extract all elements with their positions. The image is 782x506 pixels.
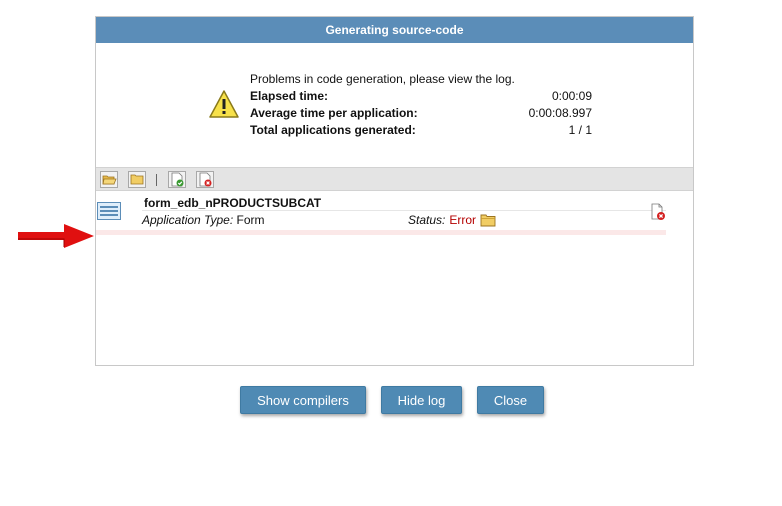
summary-panel: Problems in code generation, please view…	[96, 43, 693, 167]
status-value: Error	[449, 213, 477, 227]
total-apps-label: Total applications generated:	[250, 123, 416, 137]
document-error-icon[interactable]	[196, 171, 214, 188]
app-name: form_edb_nPRODUCTSUBCAT	[144, 196, 322, 210]
red-arrow-icon	[18, 224, 94, 248]
close-button[interactable]: Close	[477, 386, 544, 414]
log-list: form_edb_nPRODUCTSUBCAT Application Type…	[96, 191, 693, 365]
elapsed-time-label: Elapsed time:	[250, 89, 329, 103]
summary-text: Problems in code generation, please view…	[250, 71, 592, 139]
app-type-value: Form	[236, 213, 265, 227]
app-type-label: Application Type:	[142, 213, 234, 227]
error-log-folder-icon[interactable]	[480, 213, 496, 227]
document-error-icon[interactable]	[649, 203, 667, 221]
form-app-icon	[97, 202, 121, 220]
total-apps-row: Total applications generated: 1 / 1	[250, 122, 592, 139]
folder-icon[interactable]	[128, 171, 146, 188]
problem-message: Problems in code generation, please view…	[250, 72, 515, 86]
log-toolbar	[96, 167, 693, 191]
elapsed-time-value: 0:00:09	[551, 89, 592, 103]
total-apps-value: 1 / 1	[568, 123, 592, 137]
show-compilers-button[interactable]: Show compilers	[240, 386, 366, 414]
average-time-value: 0:00:08.997	[528, 106, 592, 120]
toolbar-separator	[156, 174, 157, 186]
average-time-label: Average time per application:	[250, 106, 418, 120]
app-status: Status: Error	[408, 213, 496, 227]
average-time-row: Average time per application: 0:00:08.99…	[250, 105, 592, 122]
elapsed-time-row: Elapsed time: 0:00:09	[250, 88, 592, 105]
app-type: Application Type: Form	[142, 213, 265, 227]
open-folder-icon[interactable]	[100, 171, 118, 188]
hide-log-button[interactable]: Hide log	[381, 386, 462, 414]
document-ok-icon[interactable]	[168, 171, 186, 188]
divider	[142, 210, 666, 211]
dialog-title: Generating source-code	[96, 17, 693, 43]
generation-dialog: Generating source-code Problems in code …	[95, 16, 694, 366]
warning-icon	[209, 90, 239, 118]
row-separator	[96, 230, 666, 235]
status-label: Status:	[408, 213, 446, 227]
